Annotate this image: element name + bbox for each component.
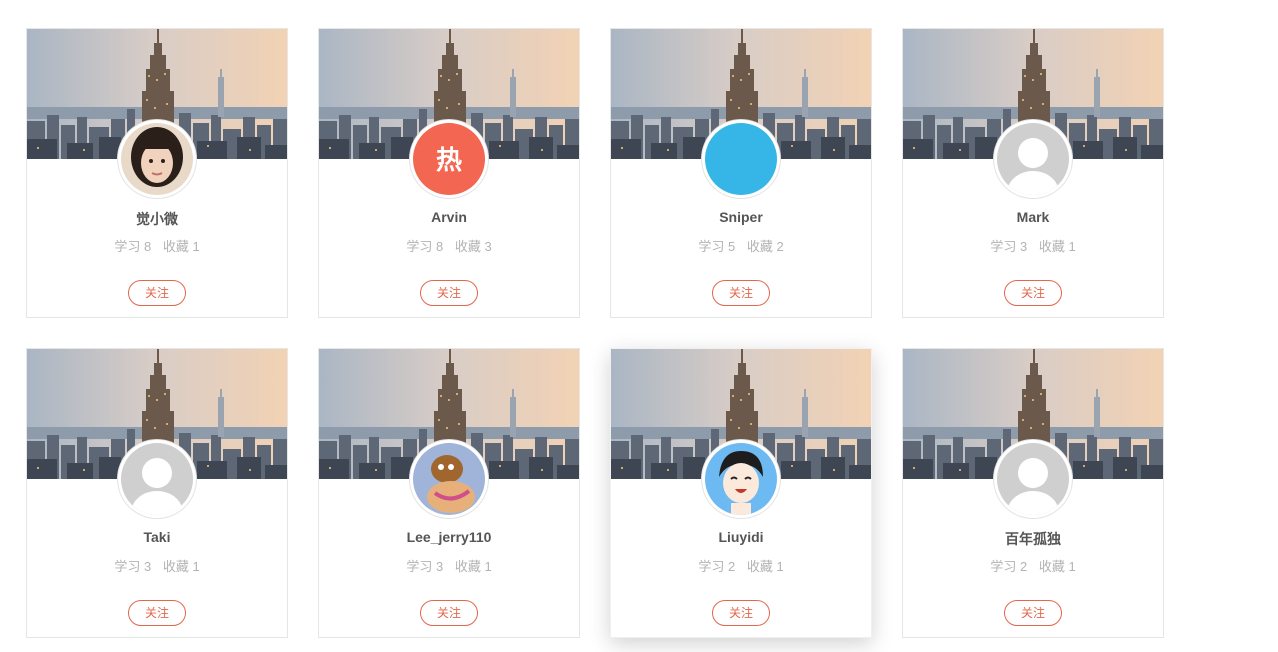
- study-value: 8: [435, 239, 444, 254]
- study-label: 学习: [406, 239, 433, 254]
- study-count: 学习 8: [406, 239, 443, 254]
- default-user-icon: [997, 123, 1069, 195]
- favorite-count: 收藏 3: [455, 239, 492, 254]
- favorite-label: 收藏: [746, 559, 773, 574]
- follow-button[interactable]: 关注: [420, 600, 478, 626]
- study-value: 3: [435, 559, 444, 574]
- favorite-value: 1: [1068, 559, 1076, 574]
- favorite-label: 收藏: [746, 239, 773, 254]
- study-label: 学习: [698, 559, 725, 574]
- favorite-value: 1: [776, 559, 784, 574]
- study-label: 学习: [114, 239, 141, 254]
- study-label: 学习: [990, 239, 1017, 254]
- avatar[interactable]: [994, 440, 1072, 518]
- favorite-value: 1: [484, 559, 492, 574]
- favorite-count: 收藏 1: [747, 559, 784, 574]
- favorite-label: 收藏: [1038, 559, 1065, 574]
- favorite-count: 收藏 2: [747, 239, 784, 254]
- user-name[interactable]: Taki: [27, 529, 287, 545]
- user-card[interactable]: Sniper 学习 5 收藏 2 关注: [610, 28, 872, 318]
- favorite-value: 3: [484, 239, 492, 254]
- follow-button[interactable]: 关注: [712, 600, 770, 626]
- favorite-count: 收藏 1: [163, 559, 200, 574]
- avatar[interactable]: [702, 440, 780, 518]
- user-stats: 学习 5 收藏 2: [611, 236, 871, 255]
- cartoon-boy-avatar-icon: [705, 443, 777, 515]
- study-label: 学习: [406, 559, 433, 574]
- study-count: 学习 3: [114, 559, 151, 574]
- user-stats: 学习 3 收藏 1: [27, 556, 287, 575]
- favorite-label: 收藏: [162, 559, 189, 574]
- default-user-icon: [121, 443, 193, 515]
- user-card[interactable]: Lee_jerry110 学习 3 收藏 1 关注: [318, 348, 580, 638]
- user-stats: 学习 3 收藏 1: [903, 236, 1163, 255]
- favorite-count: 收藏 1: [455, 559, 492, 574]
- favorite-value: 1: [192, 239, 200, 254]
- favorite-value: 1: [192, 559, 200, 574]
- user-stats: 学习 2 收藏 1: [903, 556, 1163, 575]
- default-user-icon: [997, 443, 1069, 515]
- study-count: 学习 2: [990, 559, 1027, 574]
- avatar[interactable]: [702, 120, 780, 198]
- favorite-count: 收藏 1: [1039, 239, 1076, 254]
- favorite-count: 收藏 1: [1039, 559, 1076, 574]
- user-name[interactable]: 百年孤独: [903, 529, 1163, 549]
- study-count: 学习 5: [698, 239, 735, 254]
- favorite-value: 2: [776, 239, 784, 254]
- user-stats: 学习 8 收藏 3: [319, 236, 579, 255]
- study-value: 2: [727, 559, 736, 574]
- avatar[interactable]: 热: [410, 120, 488, 198]
- study-label: 学习: [114, 559, 141, 574]
- study-count: 学习 3: [990, 239, 1027, 254]
- avatar[interactable]: [118, 440, 196, 518]
- study-value: 3: [1019, 239, 1028, 254]
- favorite-label: 收藏: [1038, 239, 1065, 254]
- favorite-count: 收藏 1: [163, 239, 200, 254]
- user-name[interactable]: Lee_jerry110: [319, 529, 579, 545]
- study-value: 5: [727, 239, 736, 254]
- user-card[interactable]: 热 Arvin 学习 8 收藏 3 关注: [318, 28, 580, 318]
- user-stats: 学习 3 收藏 1: [319, 556, 579, 575]
- code-icon: [705, 123, 777, 195]
- follow-button[interactable]: 关注: [1004, 280, 1062, 306]
- user-name[interactable]: Mark: [903, 209, 1163, 225]
- follow-button[interactable]: 关注: [1004, 600, 1062, 626]
- study-label: 学习: [698, 239, 725, 254]
- user-name[interactable]: 觉小微: [27, 209, 287, 229]
- user-card[interactable]: Taki 学习 3 收藏 1 关注: [26, 348, 288, 638]
- follow-button[interactable]: 关注: [128, 280, 186, 306]
- user-stats: 学习 8 收藏 1: [27, 236, 287, 255]
- study-count: 学习 3: [406, 559, 443, 574]
- user-name[interactable]: Arvin: [319, 209, 579, 225]
- text-avatar-icon: 热: [413, 123, 485, 195]
- study-value: 3: [143, 559, 152, 574]
- favorite-label: 收藏: [162, 239, 189, 254]
- cartoon-avatar-icon: [413, 443, 485, 515]
- avatar[interactable]: [118, 120, 196, 198]
- favorite-value: 1: [1068, 239, 1076, 254]
- follow-button[interactable]: 关注: [712, 280, 770, 306]
- user-name[interactable]: Sniper: [611, 209, 871, 225]
- favorite-label: 收藏: [454, 239, 481, 254]
- avatar-text: 热: [436, 146, 462, 176]
- study-count: 学习 8: [114, 239, 151, 254]
- follow-button[interactable]: 关注: [420, 280, 478, 306]
- avatar[interactable]: [410, 440, 488, 518]
- user-card[interactable]: 百年孤独 学习 2 收藏 1 关注: [902, 348, 1164, 638]
- user-name[interactable]: Liuyidi: [611, 529, 871, 545]
- follow-button[interactable]: 关注: [128, 600, 186, 626]
- user-card[interactable]: Mark 学习 3 收藏 1 关注: [902, 28, 1164, 318]
- avatar[interactable]: [994, 120, 1072, 198]
- study-value: 8: [143, 239, 152, 254]
- favorite-label: 收藏: [454, 559, 481, 574]
- study-count: 学习 2: [698, 559, 735, 574]
- user-stats: 学习 2 收藏 1: [611, 556, 871, 575]
- user-card[interactable]: 觉小微 学习 8 收藏 1 关注: [26, 28, 288, 318]
- study-label: 学习: [990, 559, 1017, 574]
- user-card-grid: 觉小微 学习 8 收藏 1 关注 热 Arvin 学习 8 收藏 3 关注 Sn…: [26, 28, 1164, 638]
- user-card[interactable]: Liuyidi 学习 2 收藏 1 关注: [610, 348, 872, 638]
- study-value: 2: [1019, 559, 1028, 574]
- user-photo-icon: [121, 123, 193, 195]
